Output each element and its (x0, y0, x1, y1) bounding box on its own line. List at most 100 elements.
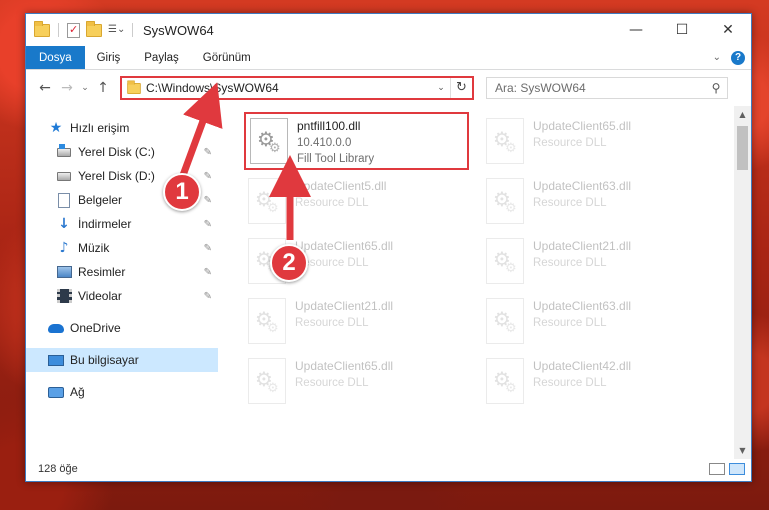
file-item-pntfill100[interactable]: pntfill100.dll 10.410.0.0 Fill Tool Libr… (244, 112, 469, 170)
file-description: Resource DLL (295, 377, 369, 389)
file-description: Resource DLL (295, 197, 369, 209)
address-path[interactable]: C:\Windows\SysWOW64 (146, 81, 432, 95)
tiles-view-icon[interactable] (729, 463, 745, 475)
sidebar-item-quick-access[interactable]: ★ Hızlı erişim (26, 116, 218, 140)
sidebar-item-onedrive[interactable]: OneDrive (26, 316, 218, 340)
sidebar-item-downloads[interactable]: ↓ İndirmeler ✎ (26, 212, 218, 236)
details-view-icon[interactable] (709, 463, 725, 475)
sidebar-item-pictures[interactable]: Resimler ✎ (26, 260, 218, 284)
dll-file-icon (248, 358, 286, 404)
file-description: Resource DLL (533, 197, 607, 209)
dll-file-icon (486, 358, 524, 404)
vertical-scrollbar[interactable]: ▲ ▼ (734, 106, 751, 459)
file-list: pntfill100.dll 10.410.0.0 Fill Tool Libr… (218, 106, 751, 459)
drive-d-icon (56, 168, 72, 184)
sidebar-item-label: Resimler (78, 265, 126, 279)
sidebar-item-label: Yerel Disk (D:) (78, 169, 155, 183)
this-pc-icon (48, 352, 64, 368)
file-item[interactable]: UpdateClient65.dll Resource DLL (482, 114, 707, 172)
file-name: UpdateClient21.dll (295, 299, 394, 313)
search-input[interactable] (495, 81, 705, 95)
properties-icon[interactable] (67, 22, 80, 38)
scrollbar-thumb[interactable] (737, 126, 748, 170)
file-description: Resource DLL (533, 257, 607, 269)
file-name: UpdateClient65.dll (295, 359, 394, 373)
tab-share[interactable]: Paylaş (132, 46, 191, 69)
sidebar-item-label: Videolar (78, 289, 122, 303)
file-item[interactable]: UpdateClient65.dll Resource DLL (244, 354, 469, 412)
file-name: UpdateClient65.dll (533, 119, 632, 133)
refresh-button[interactable]: ↻ (450, 78, 472, 98)
file-item[interactable]: UpdateClient21.dll Resource DLL (244, 294, 469, 352)
sidebar-item-this-pc[interactable]: Bu bilgisayar (26, 348, 218, 372)
annotation-badge-1: 1 (163, 173, 201, 211)
quick-access-toolbar: ☰⌄ (34, 20, 135, 38)
sidebar-item-label: Ağ (70, 385, 85, 399)
dll-file-icon (486, 178, 524, 224)
up-button[interactable]: ↑ (92, 80, 114, 96)
navigation-row: ← → ⌄ ↑ C:\Windows\SysWOW64 ⌄ ↻ ⚲ (26, 70, 751, 106)
pin-icon[interactable]: ✎ (204, 171, 212, 182)
expand-ribbon-icon[interactable]: ⌄ (713, 52, 721, 63)
search-box[interactable]: ⚲ (486, 77, 728, 99)
file-name: UpdateClient5.dll (295, 179, 387, 193)
sidebar-item-network[interactable]: Ağ (26, 380, 218, 404)
file-name: pntfill100.dll (297, 119, 361, 133)
file-item[interactable]: UpdateClient5.dll Resource DLL (244, 174, 469, 232)
file-description: Resource DLL (533, 137, 607, 149)
dll-file-icon (248, 298, 286, 344)
sidebar-item-label: Müzik (78, 241, 110, 255)
file-item[interactable]: UpdateClient42.dll Resource DLL (482, 354, 707, 412)
pin-icon[interactable]: ✎ (204, 219, 212, 230)
close-button[interactable]: ✕ (705, 14, 751, 46)
file-name: UpdateClient65.dll (295, 239, 394, 253)
maximize-button[interactable]: ☐ (659, 14, 705, 46)
main-content: ★ Hızlı erişim Yerel Disk (C:) ✎ Yerel D… (26, 106, 751, 459)
pin-icon[interactable]: ✎ (204, 147, 212, 158)
file-description: Resource DLL (533, 317, 607, 329)
ribbon-right-controls: ⌄ ? (713, 46, 751, 69)
tab-file[interactable]: Dosya (26, 46, 85, 69)
new-folder-icon[interactable] (86, 20, 102, 37)
drive-c-icon (56, 143, 72, 160)
sidebar-item-label: İndirmeler (78, 217, 132, 231)
documents-icon (56, 192, 72, 208)
dll-file-icon (486, 298, 524, 344)
address-dropdown-button[interactable]: ⌄ (432, 83, 450, 93)
sidebar-item-label: Hızlı erişim (70, 121, 130, 135)
file-description: Resource DLL (295, 317, 369, 329)
star-icon: ★ (49, 120, 63, 136)
pin-icon[interactable]: ✎ (204, 291, 212, 302)
network-icon (48, 384, 64, 400)
tab-home[interactable]: Giriş (85, 46, 133, 69)
pin-icon[interactable]: ✎ (204, 267, 212, 278)
title-bar[interactable]: ☰⌄ SysWOW64 — ☐ ✕ (26, 14, 751, 46)
onedrive-icon (48, 320, 64, 336)
search-icon[interactable]: ⚲ (705, 81, 727, 95)
tab-view[interactable]: Görünüm (191, 46, 263, 69)
file-explorer-window: ☰⌄ SysWOW64 — ☐ ✕ Dosya Giriş Paylaş Gör… (25, 13, 752, 482)
toolbar-divider (58, 23, 59, 37)
file-name: UpdateClient21.dll (533, 239, 632, 253)
item-count: 128 öğe (38, 463, 78, 475)
minimize-button[interactable]: — (613, 14, 659, 46)
file-item[interactable]: UpdateClient63.dll Resource DLL (482, 294, 707, 352)
pin-icon[interactable]: ✎ (204, 195, 212, 206)
back-button[interactable]: ← (34, 80, 56, 96)
sidebar-item-label: Bu bilgisayar (70, 353, 139, 367)
forward-button[interactable]: → (56, 80, 78, 96)
customize-toolbar-icon[interactable]: ☰⌄ (108, 22, 125, 38)
sidebar-item-videos[interactable]: Videolar ✎ (26, 284, 218, 308)
scroll-up-icon[interactable]: ▲ (734, 106, 751, 123)
folder-icon (127, 79, 141, 94)
sidebar-item-local-disk-c[interactable]: Yerel Disk (C:) ✎ (26, 140, 218, 164)
help-icon[interactable]: ? (731, 50, 745, 65)
recent-locations-button[interactable]: ⌄ (78, 83, 92, 93)
view-buttons (709, 463, 751, 475)
sidebar-item-music[interactable]: ♪ Müzik ✎ (26, 236, 218, 260)
window-controls: — ☐ ✕ (613, 14, 751, 46)
file-item[interactable]: UpdateClient21.dll Resource DLL (482, 234, 707, 292)
address-bar[interactable]: C:\Windows\SysWOW64 ⌄ ↻ (120, 76, 474, 100)
pin-icon[interactable]: ✎ (204, 243, 212, 254)
file-item[interactable]: UpdateClient63.dll Resource DLL (482, 174, 707, 232)
